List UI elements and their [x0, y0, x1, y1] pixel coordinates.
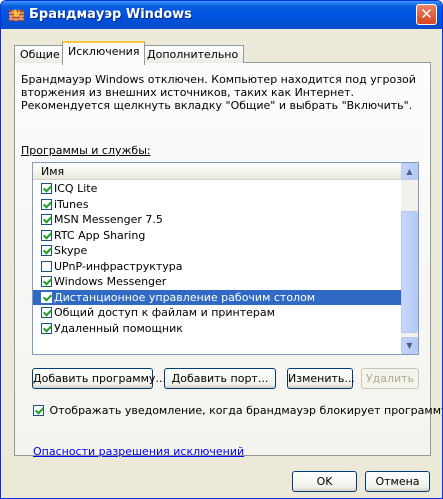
close-icon: ✕	[420, 5, 433, 23]
tab-advanced-label: Дополнительно	[147, 48, 239, 61]
list-item[interactable]: Skype	[33, 243, 401, 259]
status-description: Брандмауэр Windows отключен. Компьютер н…	[21, 73, 416, 112]
programs-label: Программы и службы:	[21, 144, 151, 157]
item-label: MSN Messenger 7.5	[54, 213, 163, 226]
item-checkbox[interactable]	[41, 260, 52, 272]
list-item[interactable]: Удаленный помощник	[33, 321, 401, 337]
tab-general-label: Общие	[20, 48, 60, 61]
item-checkbox[interactable]	[41, 229, 52, 241]
vertical-scrollbar[interactable]: ▲ ▼	[401, 163, 418, 354]
item-checkbox[interactable]	[41, 276, 52, 287]
item-label: iTunes	[54, 197, 89, 211]
item-checkbox[interactable]	[41, 198, 52, 210]
cancel-button[interactable]: Отмена	[365, 471, 430, 492]
item-checkbox[interactable]	[41, 307, 52, 318]
list-item[interactable]: Общий доступ к файлам и принтерам	[33, 305, 401, 321]
notify-option[interactable]: Отображать уведомление, когда брандмауэр…	[33, 404, 443, 417]
column-header-name[interactable]: Имя	[33, 163, 401, 180]
item-checkbox[interactable]	[41, 214, 52, 225]
add-port-button[interactable]: Добавить порт...	[164, 368, 276, 389]
window-title: Брандмауэр Windows	[29, 7, 192, 22]
item-checkbox[interactable]	[41, 322, 52, 334]
item-label: ICQ Lite	[54, 182, 98, 195]
scroll-thumb[interactable]	[401, 211, 418, 333]
item-label: Дистанционное управление рабочим столом	[54, 290, 316, 304]
remove-button[interactable]: Удалить	[361, 368, 419, 389]
item-label: Удаленный помощник	[54, 321, 183, 335]
notify-checkbox[interactable]	[33, 405, 44, 416]
programs-list[interactable]: Имя ICQ Lite iTunes MSN Messenger 7.5 RTC A…	[32, 162, 419, 355]
tab-general[interactable]: Общие	[14, 45, 66, 63]
program-rows: ICQ Lite iTunes MSN Messenger 7.5 RTC App S…	[33, 181, 401, 336]
tab-exceptions[interactable]: Исключения	[62, 41, 146, 65]
list-item[interactable]: UPnP-инфраструктура	[33, 259, 401, 275]
tab-advanced[interactable]: Дополнительно	[141, 45, 245, 63]
list-item[interactable]: iTunes	[33, 197, 401, 213]
item-label: Общий доступ к файлам и принтерам	[54, 306, 275, 319]
tab-exceptions-label: Исключения	[68, 45, 140, 58]
scroll-up-button[interactable]: ▲	[401, 163, 418, 180]
item-label: RTC App Sharing	[54, 228, 146, 242]
item-checkbox[interactable]	[41, 291, 52, 303]
item-label: UPnP-инфраструктура	[54, 259, 183, 273]
list-item[interactable]: Дистанционное управление рабочим столом	[33, 289, 401, 305]
firewall-window: Брандмауэр Windows ✕ Общие Исключения До…	[0, 0, 443, 499]
add-program-button[interactable]: Добавить программу...	[32, 368, 166, 389]
list-item[interactable]: MSN Messenger 7.5	[33, 212, 401, 228]
list-item[interactable]: RTC App Sharing	[33, 228, 401, 244]
scroll-down-button[interactable]: ▼	[401, 337, 418, 354]
list-item[interactable]: ICQ Lite	[33, 181, 401, 197]
close-button[interactable]: ✕	[416, 4, 437, 25]
exception-risks-link[interactable]: Опасности разрешения исключений	[33, 445, 244, 458]
item-label: Skype	[54, 244, 88, 257]
item-label: Windows Messenger	[54, 275, 167, 288]
edit-button[interactable]: Изменить...	[287, 368, 355, 389]
item-checkbox[interactable]	[41, 183, 52, 194]
title-bar[interactable]: Брандмауэр Windows ✕	[1, 1, 442, 29]
notify-label: Отображать уведомление, когда брандмауэр…	[49, 404, 443, 417]
item-checkbox[interactable]	[41, 245, 52, 256]
firewall-icon	[9, 9, 24, 21]
column-header-label: Имя	[41, 165, 65, 178]
ok-button[interactable]: OK	[292, 471, 357, 492]
list-item[interactable]: Windows Messenger	[33, 274, 401, 290]
